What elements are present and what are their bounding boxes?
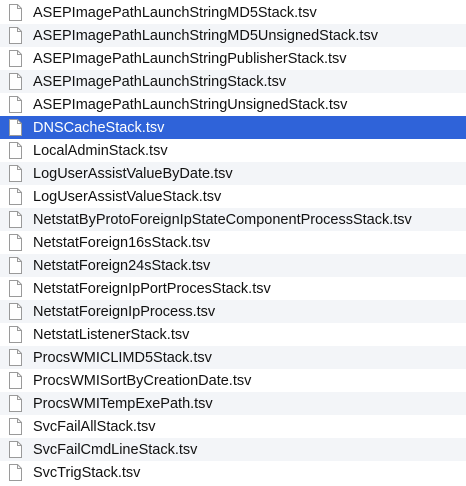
document-icon <box>9 349 22 366</box>
file-row[interactable]: ASEPImagePathLaunchStringUnsignedStack.t… <box>0 93 466 116</box>
file-row[interactable]: ASEPImagePathLaunchStringPublisherStack.… <box>0 47 466 70</box>
document-icon <box>9 27 22 44</box>
file-name: ASEPImagePathLaunchStringMD5UnsignedStac… <box>33 27 378 44</box>
file-row[interactable]: ProcsWMITempExePath.tsv <box>0 392 466 415</box>
file-name: LogUserAssistValueStack.tsv <box>33 188 222 205</box>
document-icon <box>9 4 22 21</box>
file-name: ProcsWMICLIMD5Stack.tsv <box>33 349 212 366</box>
document-icon <box>9 142 22 159</box>
file-name: ProcsWMITempExePath.tsv <box>33 395 213 412</box>
document-icon <box>9 96 22 113</box>
document-icon <box>9 73 22 90</box>
file-row[interactable]: SvcFailAllStack.tsv <box>0 415 466 438</box>
document-icon <box>9 188 22 205</box>
file-row[interactable]: LogUserAssistValueStack.tsv <box>0 185 466 208</box>
document-icon <box>9 464 22 481</box>
document-icon <box>9 50 22 67</box>
file-name: SvcFailCmdLineStack.tsv <box>33 441 198 458</box>
file-name: ProcsWMISortByCreationDate.tsv <box>33 372 252 389</box>
file-name: NetstatListenerStack.tsv <box>33 326 190 343</box>
file-name: SvcTrigStack.tsv <box>33 464 141 481</box>
file-name: LogUserAssistValueByDate.tsv <box>33 165 233 182</box>
file-list: ASEPImagePathLaunchStringMD5Stack.tsv ASE… <box>0 0 466 486</box>
document-icon <box>9 257 22 274</box>
file-name: NetstatForeign24sStack.tsv <box>33 257 211 274</box>
file-row[interactable]: NetstatForeign24sStack.tsv <box>0 254 466 277</box>
file-row[interactable]: ASEPImagePathLaunchStringStack.tsv <box>0 70 466 93</box>
document-icon <box>9 326 22 343</box>
document-icon <box>9 303 22 320</box>
file-row[interactable]: ASEPImagePathLaunchStringMD5Stack.tsv <box>0 1 466 24</box>
file-row-selected[interactable]: DNSCacheStack.tsv <box>0 116 466 139</box>
document-icon <box>9 211 22 228</box>
document-icon <box>9 418 22 435</box>
file-row[interactable]: ProcsWMISortByCreationDate.tsv <box>0 369 466 392</box>
document-icon <box>9 234 22 251</box>
file-name: NetstatByProtoForeignIpStateComponentPro… <box>33 211 412 228</box>
file-name: LocalAdminStack.tsv <box>33 142 168 159</box>
file-name: ASEPImagePathLaunchStringUnsignedStack.t… <box>33 96 348 113</box>
file-row[interactable]: LogUserAssistValueByDate.tsv <box>0 162 466 185</box>
document-icon <box>9 280 22 297</box>
file-name: NetstatForeign16sStack.tsv <box>33 234 211 251</box>
file-name: DNSCacheStack.tsv <box>33 119 165 136</box>
file-row[interactable]: ProcsWMICLIMD5Stack.tsv <box>0 346 466 369</box>
file-name: ASEPImagePathLaunchStringMD5Stack.tsv <box>33 4 317 21</box>
file-row[interactable]: ASEPImagePathLaunchStringMD5UnsignedStac… <box>0 24 466 47</box>
file-row[interactable]: SvcFailCmdLineStack.tsv <box>0 438 466 461</box>
document-icon <box>9 119 22 136</box>
file-name: ASEPImagePathLaunchStringStack.tsv <box>33 73 287 90</box>
document-icon <box>9 441 22 458</box>
file-row[interactable]: NetstatForeign16sStack.tsv <box>0 231 466 254</box>
document-icon <box>9 395 22 412</box>
file-row[interactable]: NetstatByProtoForeignIpStateComponentPro… <box>0 208 466 231</box>
file-row[interactable]: NetstatForeignIpProcess.tsv <box>0 300 466 323</box>
file-name: NetstatForeignIpProcess.tsv <box>33 303 216 320</box>
file-name: ASEPImagePathLaunchStringPublisherStack.… <box>33 50 347 67</box>
file-row[interactable]: NetstatListenerStack.tsv <box>0 323 466 346</box>
file-row[interactable]: SvcTrigStack.tsv <box>0 461 466 484</box>
document-icon <box>9 372 22 389</box>
file-name: NetstatForeignIpPortProcesStack.tsv <box>33 280 271 297</box>
file-row[interactable]: NetstatForeignIpPortProcesStack.tsv <box>0 277 466 300</box>
file-row[interactable]: LocalAdminStack.tsv <box>0 139 466 162</box>
document-icon <box>9 165 22 182</box>
file-name: SvcFailAllStack.tsv <box>33 418 156 435</box>
